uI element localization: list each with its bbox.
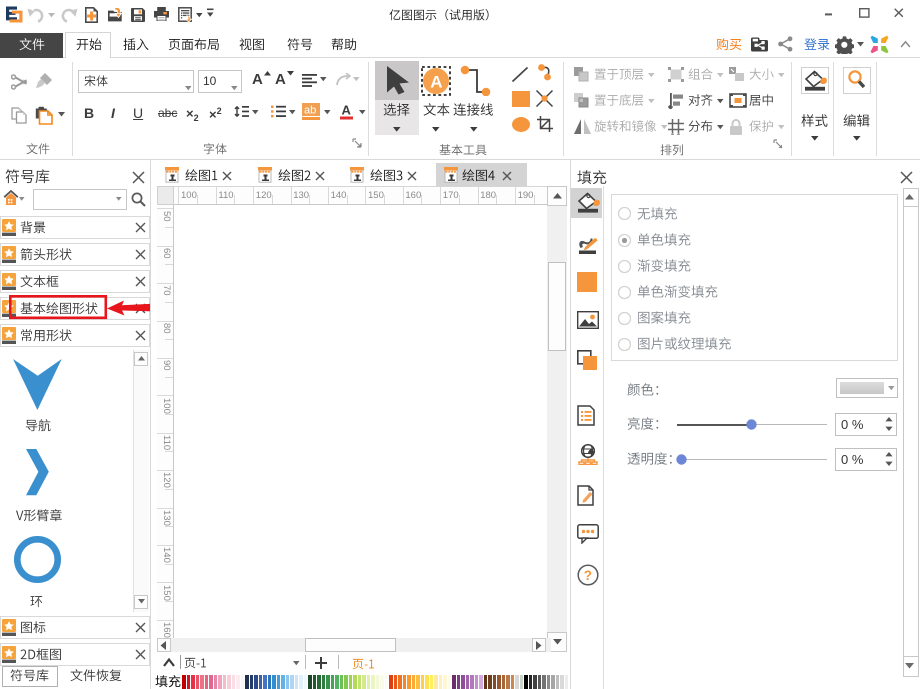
svg-text:?: ? [584,568,592,583]
svg-text:A: A [430,73,442,92]
svg-text:A: A [342,103,352,118]
svg-text:ab: ab [304,105,316,117]
